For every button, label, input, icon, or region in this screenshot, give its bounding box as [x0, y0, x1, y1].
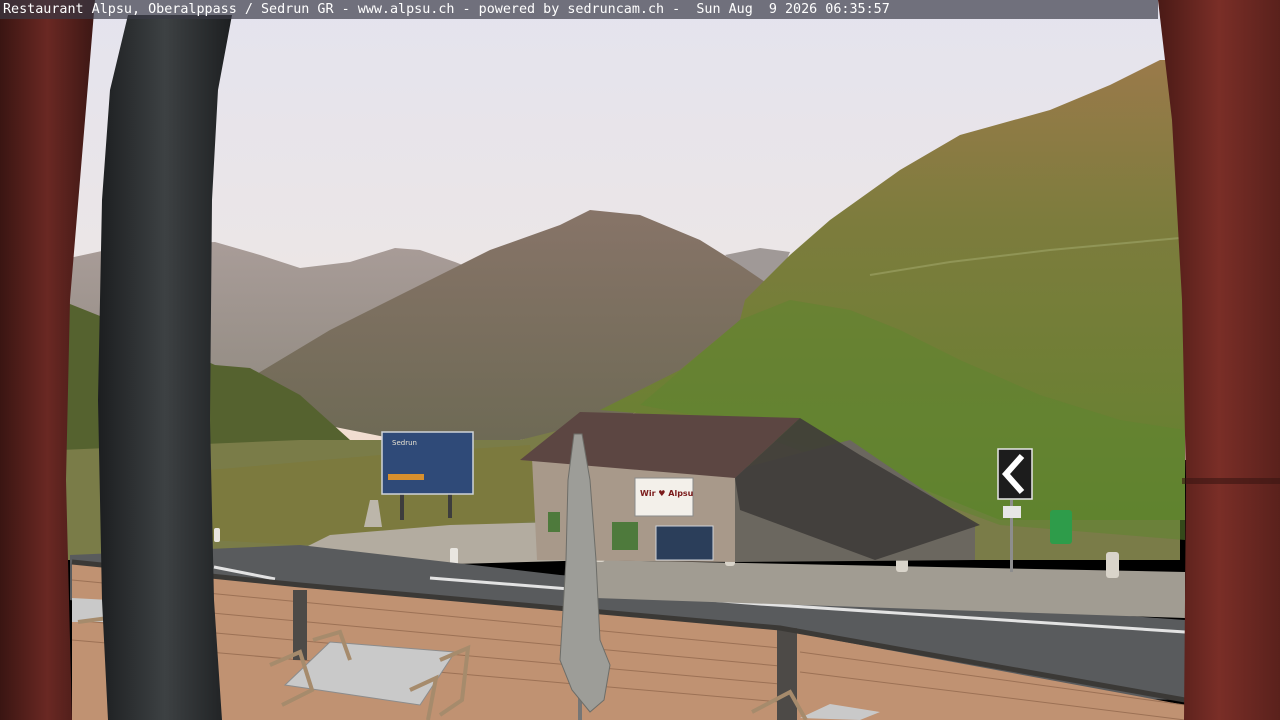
railing-post: [777, 628, 797, 720]
hut-window: [612, 522, 638, 550]
hut-banner-text: Wir ♥ Alpsu: [640, 489, 694, 498]
webcam-scene: Sedrun Wir ♥ Alpsu: [0, 0, 1280, 720]
sign-plate: [1003, 506, 1021, 518]
road-marker: [214, 528, 220, 542]
green-bin: [1050, 510, 1072, 544]
hut-window: [548, 512, 560, 532]
billboard-accent: [388, 474, 424, 480]
railing-post: [293, 590, 307, 660]
webcam-caption: Restaurant Alpsu, Oberalppass / Sedrun G…: [3, 2, 890, 17]
billboard-post-left: [400, 492, 404, 520]
hut-poster: [655, 525, 714, 561]
billboard-text: Sedrun: [392, 439, 417, 447]
right-frame-seam: [1182, 478, 1280, 484]
